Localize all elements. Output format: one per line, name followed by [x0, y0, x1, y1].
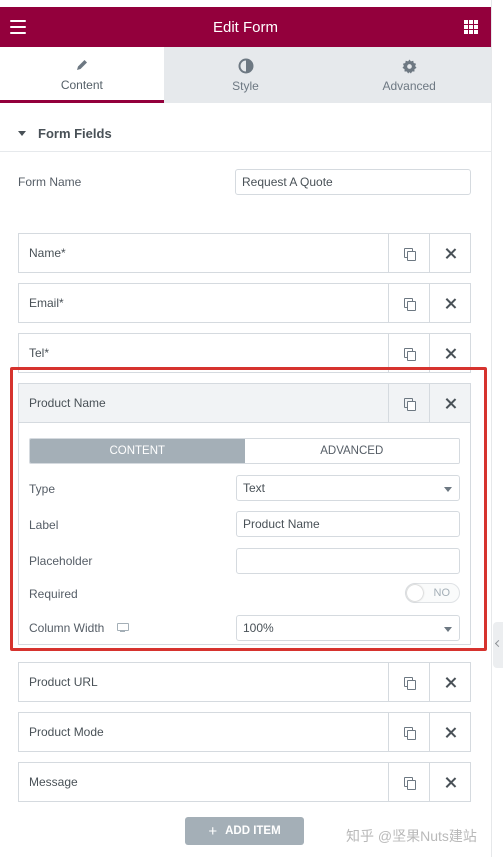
chevron-down-icon — [444, 487, 452, 492]
add-item-label: ADD ITEM — [225, 825, 281, 837]
type-select[interactable]: Text — [236, 475, 460, 501]
field-settings-tabs: CONTENT ADVANCED — [29, 438, 460, 464]
duplicate-button[interactable] — [388, 763, 429, 801]
field-row-title[interactable]: Email* — [19, 284, 388, 322]
field-row-product-name: Product Name — [18, 383, 471, 423]
remove-button[interactable] — [429, 334, 470, 372]
tab-style-label: Style — [232, 79, 259, 93]
collapse-panel-handle[interactable] — [493, 622, 503, 668]
required-toggle-text: NO — [433, 587, 451, 599]
close-icon — [445, 348, 456, 359]
hamburger-menu-icon[interactable] — [10, 20, 26, 34]
field-row-email: Email* — [18, 283, 471, 323]
remove-button[interactable] — [429, 713, 470, 751]
tab-advanced-label: Advanced — [382, 79, 436, 93]
duplicate-button[interactable] — [388, 713, 429, 751]
remove-button[interactable] — [429, 384, 470, 422]
close-icon — [445, 248, 456, 259]
field-row-tel: Tel* — [18, 333, 471, 373]
copy-icon — [404, 247, 416, 261]
tab-field-content[interactable]: CONTENT — [30, 439, 245, 463]
close-icon — [445, 727, 456, 738]
duplicate-button[interactable] — [388, 284, 429, 322]
copy-icon — [404, 397, 416, 411]
remove-button[interactable] — [429, 234, 470, 272]
remove-button[interactable] — [429, 763, 470, 801]
field-row-title[interactable]: Message — [19, 763, 388, 801]
panel-header: Edit Form — [0, 7, 491, 47]
panel-title: Edit Form — [212, 18, 278, 36]
form-name-input[interactable]: Request A Quote — [235, 169, 471, 195]
tab-advanced[interactable]: Advanced — [327, 47, 491, 103]
field-row-title[interactable]: Product Name — [19, 384, 388, 422]
close-icon — [445, 677, 456, 688]
duplicate-button[interactable] — [388, 384, 429, 422]
widgets-grid-icon[interactable] — [464, 20, 478, 34]
duplicate-button[interactable] — [388, 234, 429, 272]
copy-icon — [404, 297, 416, 311]
field-row-product-mode: Product Mode — [18, 712, 471, 752]
toggle-knob — [407, 585, 423, 601]
label-label: Label — [29, 518, 59, 532]
column-width-value: 100% — [243, 621, 274, 635]
label-input[interactable]: Product Name — [236, 511, 460, 537]
preview-edge — [491, 0, 503, 857]
close-icon — [445, 777, 456, 788]
placeholder-label: Placeholder — [29, 554, 93, 568]
copy-icon — [404, 726, 416, 740]
watermark-text: 知乎 @坚果Nuts建站 — [346, 828, 477, 844]
tab-style[interactable]: Style — [164, 47, 328, 103]
field-row-title[interactable]: Product Mode — [19, 713, 388, 751]
column-width-label: Column Width — [29, 621, 105, 635]
tab-content-label: Content — [60, 77, 103, 92]
copy-icon — [404, 776, 416, 790]
gear-icon — [402, 57, 417, 75]
field-row-name: Name* — [18, 233, 471, 273]
section-title: Form Fields — [38, 126, 112, 141]
editor-panel: Edit Form Content Style Advanced Form Fi… — [0, 0, 491, 857]
remove-button[interactable] — [429, 284, 470, 322]
field-row-title[interactable]: Product URL — [19, 663, 388, 701]
form-name-label: Form Name — [18, 175, 82, 189]
form-fields-section-toggle[interactable]: Form Fields — [0, 116, 491, 152]
placeholder-input[interactable] — [236, 548, 460, 574]
close-icon — [445, 398, 456, 409]
copy-icon — [404, 347, 416, 361]
column-width-select[interactable]: 100% — [236, 615, 460, 641]
field-row-message: Message — [18, 762, 471, 802]
plus-icon: + — [208, 822, 218, 840]
close-icon — [445, 298, 456, 309]
required-toggle[interactable]: NO — [405, 583, 460, 603]
caret-down-icon — [18, 131, 26, 136]
pencil-icon — [75, 56, 89, 74]
panel-tabs: Content Style Advanced — [0, 47, 491, 103]
add-item-button[interactable]: + ADD ITEM — [185, 817, 304, 845]
duplicate-button[interactable] — [388, 334, 429, 372]
half-circle-icon — [238, 57, 254, 75]
type-select-value: Text — [243, 481, 266, 495]
chevron-down-icon — [444, 627, 452, 632]
remove-button[interactable] — [429, 663, 470, 701]
tab-content[interactable]: Content — [0, 47, 164, 103]
copy-icon — [404, 676, 416, 690]
desktop-monitor-icon[interactable] — [117, 623, 129, 633]
tab-field-advanced[interactable]: ADVANCED — [244, 439, 459, 463]
field-row-product-url: Product URL — [18, 662, 471, 702]
field-row-title[interactable]: Tel* — [19, 334, 388, 372]
field-row-title[interactable]: Name* — [19, 234, 388, 272]
required-label: Required — [29, 587, 78, 601]
duplicate-button[interactable] — [388, 663, 429, 701]
type-label: Type — [29, 482, 56, 496]
